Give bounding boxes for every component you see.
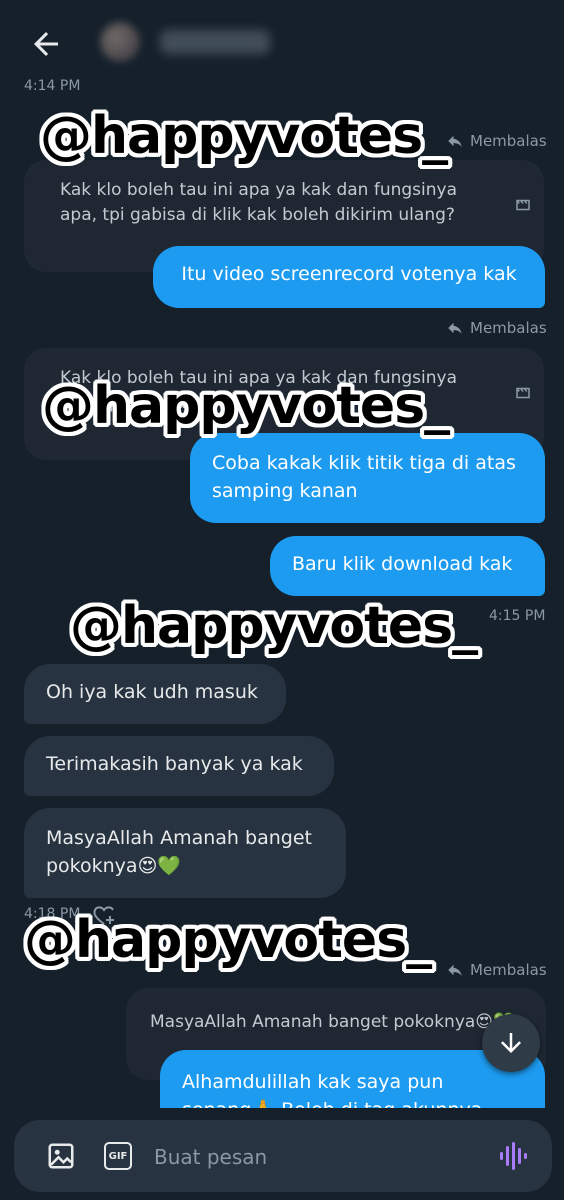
message-text: MasyaAllah Amanah banget pokoknya😍💚 (46, 827, 312, 877)
reply-label: Membalas (470, 961, 547, 979)
reply-arrow-icon (448, 964, 462, 976)
reply-label: Membalas (470, 132, 547, 150)
sent-message[interactable]: Coba kakak klik titik tiga di atas sampi… (190, 433, 545, 523)
message-input[interactable] (154, 1143, 454, 1171)
message-text-line: Alhamdulillah kak saya pun (182, 1071, 444, 1093)
contact-name-blurred[interactable] (160, 30, 270, 54)
message-text: Terimakasih banyak ya kak (46, 753, 303, 775)
message-text: Oh iya kak udh masuk (46, 681, 258, 703)
timestamp: 4:14 PM (24, 78, 81, 94)
scroll-to-bottom-button[interactable] (482, 1014, 540, 1072)
timestamp: 4:15 PM (489, 608, 546, 624)
received-message[interactable]: MasyaAllah Amanah banget pokoknya😍💚 (24, 808, 346, 898)
watermark-text: @happyvotes_ (40, 106, 448, 166)
reply-arrow-icon (448, 322, 462, 334)
watermark-text: @happyvotes_ (70, 596, 478, 656)
sent-message[interactable]: Baru klik download kak (270, 536, 545, 596)
image-icon[interactable] (46, 1141, 76, 1171)
voice-message-icon[interactable] (498, 1140, 528, 1172)
reply-indicator: Membalas (446, 132, 547, 150)
reply-indicator: Membalas (446, 961, 547, 979)
gif-label: GIF (108, 1150, 128, 1162)
reply-indicator: Membalas (446, 319, 547, 337)
received-message[interactable]: Oh iya kak udh masuk (24, 664, 286, 724)
chat-header (0, 0, 564, 80)
arrow-down-icon (501, 1033, 521, 1053)
contact-avatar[interactable] (100, 22, 140, 62)
quoted-text: Kak klo boleh tau ini apa ya kak dan fun… (60, 180, 457, 225)
received-message[interactable]: Terimakasih banyak ya kak (24, 736, 334, 796)
watermark-text: @happyvotes_ (42, 376, 450, 436)
reply-arrow-icon (448, 135, 462, 147)
sent-message[interactable]: Itu video screenrecord votenya kak (153, 246, 545, 308)
message-text: Baru klik download kak (292, 553, 513, 575)
gif-button[interactable]: GIF (104, 1142, 132, 1170)
video-clip-icon (516, 199, 530, 211)
watermark-text: @happyvotes_ (24, 910, 432, 970)
video-clip-icon (516, 387, 530, 399)
arrow-left-icon (34, 32, 58, 56)
back-button[interactable] (28, 26, 64, 62)
reply-label: Membalas (470, 319, 547, 337)
quoted-text: MasyaAllah Amanah banget pokoknya😍💚 (150, 1012, 515, 1032)
message-text: Coba kakak klik titik tiga di atas sampi… (212, 452, 516, 502)
message-text: Itu video screenrecord votenya kak (181, 263, 517, 285)
